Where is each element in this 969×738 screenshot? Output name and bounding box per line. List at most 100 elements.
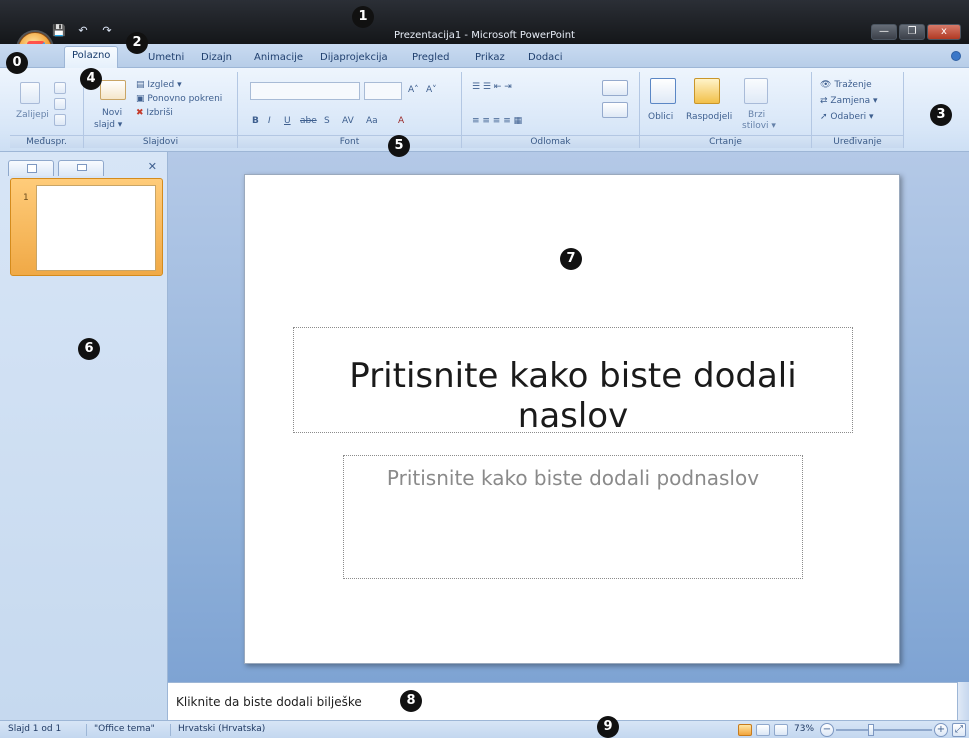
group-paragraph: ☰ ☰ ⇤ ⇥ ≡ ≡ ≡ ≡ ▦ Odlomak [462, 72, 640, 148]
reset-label: Ponovno pokreni [147, 94, 223, 104]
find-button[interactable]: 👁 Traženje [820, 80, 872, 91]
group-label-crtanje: Crtanje [640, 135, 811, 148]
cut-icon[interactable] [54, 82, 66, 94]
callout-6: 6 [78, 338, 100, 360]
italic-button[interactable]: I [268, 116, 271, 127]
text-direction-icon[interactable] [602, 80, 628, 96]
bullets-button[interactable]: ☰ ☰ ⇤ ⇥ [472, 82, 512, 93]
shadow-button[interactable]: S [324, 116, 330, 127]
reset-button[interactable]: ▣ Ponovno pokreni [136, 94, 222, 105]
bold-button[interactable]: B [252, 116, 259, 127]
slide-show-view-button[interactable] [774, 724, 788, 736]
character-spacing-button[interactable]: AV [342, 116, 354, 127]
paste-button[interactable]: Zalijepi [16, 110, 49, 121]
group-label-odlomak: Odlomak [462, 135, 639, 148]
shapes-icon[interactable] [650, 78, 676, 104]
slide-thumbnail-selected[interactable]: 1 [10, 178, 163, 276]
slide-thumbnail[interactable] [36, 185, 156, 271]
normal-view-button[interactable] [738, 724, 752, 736]
find-label: Traženje [834, 80, 872, 90]
close-pane-icon[interactable]: ✕ [148, 160, 157, 173]
align-buttons[interactable]: ≡ ≡ ≡ ≡ ▦ [472, 116, 522, 127]
replace-button[interactable]: ⇄ Zamjena ▾ [820, 96, 878, 107]
select-icon: ➚ [820, 112, 828, 122]
slide-sorter-view-button[interactable] [756, 724, 770, 736]
status-language[interactable]: Hrvatski (Hrvatska) [178, 724, 265, 735]
tab-dijaprojekcija[interactable]: Dijaprojekcija [313, 49, 395, 68]
format-painter-icon[interactable] [54, 114, 66, 126]
delete-icon: ✖ [136, 108, 144, 118]
font-size-dropdown[interactable] [364, 82, 402, 100]
strikethrough-button[interactable]: abe [300, 116, 317, 127]
change-case-button[interactable]: Aa [366, 116, 378, 127]
replace-icon: ⇄ [820, 96, 828, 106]
subtitle-placeholder[interactable]: Pritisnite kako biste dodali podnaslov [343, 455, 803, 579]
callout-8: 8 [400, 690, 422, 712]
minimize-button[interactable]: — [871, 24, 897, 40]
tab-pregled[interactable]: Pregled [405, 49, 457, 68]
title-placeholder[interactable]: Pritisnite kako biste dodali naslov [293, 327, 853, 436]
align-text-icon[interactable] [602, 102, 628, 118]
quick-styles-label-1: Brzi [748, 110, 766, 120]
font-color-button[interactable]: A [398, 116, 404, 127]
maximize-button[interactable]: ❐ [899, 24, 925, 40]
clipboard-icon [20, 82, 40, 104]
window-controls: — ❐ x [871, 24, 961, 40]
delete-button[interactable]: ✖ Izbriši [136, 108, 173, 119]
delete-label: Izbriši [146, 108, 173, 118]
tab-animacije[interactable]: Animacije [247, 49, 310, 68]
grow-font-button[interactable]: A˄ [408, 85, 419, 96]
copy-icon[interactable] [54, 98, 66, 110]
callout-0: 0 [6, 52, 28, 74]
notes-pane[interactable]: Kliknite da biste dodali bilješke [168, 682, 957, 720]
arrange-button[interactable]: Raspodjeli [686, 112, 732, 123]
outline-tab-icon [77, 164, 87, 171]
close-button[interactable]: x [927, 24, 961, 40]
subtitle-placeholder-text: Pritisnite kako biste dodali podnaslov [386, 466, 760, 490]
tab-dizajn[interactable]: Dizajn [194, 49, 239, 68]
notes-scrollbar[interactable] [957, 682, 969, 720]
grow-font-label: A [408, 85, 415, 95]
help-icon[interactable] [951, 51, 961, 61]
status-slide-info: Slajd 1 od 1 [8, 724, 62, 734]
fit-to-window-button[interactable]: ⤢ [952, 723, 966, 737]
tab-umetni[interactable]: Umetni [141, 49, 191, 68]
shrink-font-label: A [426, 85, 433, 95]
group-label-slajdovi: Slajdovi [84, 135, 237, 148]
ribbon: Zalijepi Međuspr. Novi slajd ▾ ▤ Izgled … [0, 68, 969, 152]
tab-prikaz[interactable]: Prikaz [468, 49, 512, 68]
layout-label: Izgled [147, 80, 175, 90]
zoom-slider-thumb[interactable] [868, 724, 874, 736]
select-button[interactable]: ➚ Odaberi ▾ [820, 112, 874, 123]
new-slide-button[interactable]: slajd ▾ [94, 120, 122, 131]
slides-tab[interactable] [8, 160, 54, 176]
callout-9: 9 [597, 716, 619, 738]
outline-tab[interactable] [58, 160, 104, 176]
quick-styles-button[interactable]: stilovi ▾ [742, 121, 776, 132]
zoom-level[interactable]: 73% [794, 724, 814, 734]
slide-thumbnail-number: 1 [23, 193, 29, 203]
quick-styles-icon[interactable] [744, 78, 768, 104]
underline-button[interactable]: U [284, 116, 291, 127]
shapes-button[interactable]: Oblici [648, 112, 673, 123]
zoom-out-button[interactable]: − [820, 723, 834, 737]
shrink-font-button[interactable]: A˅ [426, 85, 437, 96]
callout-5: 5 [388, 135, 410, 157]
group-font: A˄ A˅ B I U abe S AV Aa A Font [238, 72, 462, 148]
select-label: Odaberi [830, 112, 867, 122]
arrange-icon[interactable] [694, 78, 720, 104]
new-slide-label-1: Novi [102, 108, 123, 118]
group-slides: Novi slajd ▾ ▤ Izgled ▾ ▣ Ponovno pokren… [84, 72, 238, 148]
slides-tab-icon [27, 164, 37, 173]
tab-dodaci[interactable]: Dodaci [521, 49, 570, 68]
group-label-font: Font [238, 135, 461, 148]
slides-pane: ✕ 1 [0, 152, 168, 720]
tab-polazno[interactable]: Polazno [64, 46, 119, 68]
group-label-uredivanje: Uređivanje [812, 135, 903, 148]
font-name-dropdown[interactable] [250, 82, 360, 100]
callout-2: 2 [126, 32, 148, 54]
zoom-slider[interactable] [836, 729, 932, 731]
new-slide-icon[interactable] [100, 80, 126, 100]
layout-button[interactable]: ▤ Izgled ▾ [136, 80, 182, 91]
zoom-in-button[interactable]: + [934, 723, 948, 737]
